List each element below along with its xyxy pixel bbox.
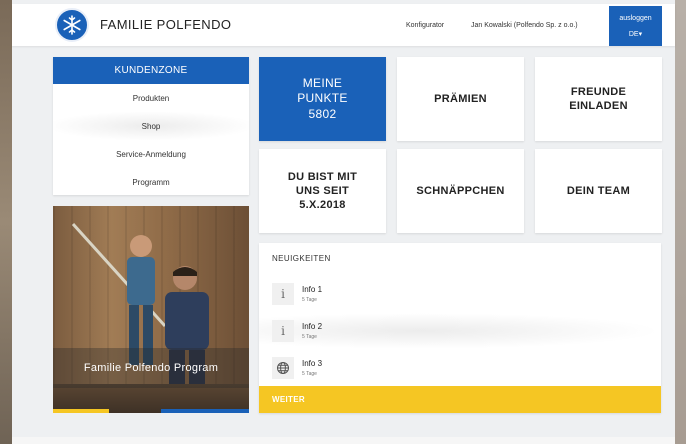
- list-item[interactable]: Info 3 5 Tage: [259, 350, 661, 386]
- news-item-age: 5 Tage: [302, 297, 317, 303]
- info-icon: i: [272, 283, 294, 305]
- sidebar-item-shop[interactable]: Shop: [53, 112, 249, 140]
- user-name-link[interactable]: Jan Kowalski (Polfendo Sp. z o.o.): [471, 22, 578, 29]
- news-item-label: Info 2: [302, 322, 323, 331]
- customer-zone-menu: KUNDENZONE Produkten Shop Service-Anmeld…: [53, 57, 249, 195]
- tile-member-since-date: 5.X.2018: [299, 199, 346, 212]
- promo-accent-bar-yellow: [53, 409, 109, 413]
- news-item-age: 5 Tage: [302, 371, 317, 377]
- tile-member-since[interactable]: DU BIST MIT UNS SEIT 5.X.2018: [259, 149, 386, 233]
- program-promo-banner[interactable]: Familie Polfendo Program: [53, 206, 249, 413]
- tile-rewards-label: PRÄMIEN: [434, 92, 487, 105]
- tile-rewards[interactable]: PRÄMIEN: [397, 57, 524, 141]
- top-navbar: FAMILIE POLFENDO Konfigurator Jan Kowals…: [12, 4, 675, 46]
- globe-icon-shape: [277, 362, 289, 374]
- tile-team-label: DEIN TEAM: [566, 184, 631, 197]
- tile-bargains-label: SCHNÄPPCHEN: [416, 184, 505, 197]
- tile-your-team[interactable]: DEIN TEAM: [535, 149, 662, 233]
- news-title: NEUIGKEITEN: [272, 254, 331, 263]
- language-selector[interactable]: DE▾: [629, 30, 642, 38]
- news-item-age: 5 Tage: [302, 334, 317, 340]
- sidebar-item-products[interactable]: Produkten: [53, 84, 249, 112]
- app-window: FAMILIE POLFENDO Konfigurator Jan Kowals…: [12, 0, 675, 444]
- tile-my-points-line2: PUNKTE: [297, 91, 348, 106]
- tile-my-points[interactable]: MEINE PUNKTE 5802: [259, 57, 386, 141]
- tile-my-points-line1: MEINE: [302, 75, 343, 90]
- tile-invite-friends[interactable]: FREUNDE EINLADEN: [535, 57, 662, 141]
- tile-invite-line2: EINLADEN: [569, 100, 628, 112]
- brand-name: FAMILIE POLFENDO: [100, 17, 232, 32]
- language-code: DE: [628, 30, 639, 38]
- brand-logo-icon[interactable]: [55, 8, 89, 42]
- news-panel: NEUIGKEITEN i Info 1 5 Tage i Info 2 5 T…: [259, 243, 661, 413]
- configurator-link[interactable]: Konfigurator: [406, 22, 444, 29]
- news-item-label: Info 1: [302, 285, 323, 294]
- background-photo-right: [674, 0, 686, 444]
- customer-zone-title: KUNDENZONE: [53, 57, 249, 84]
- news-item-label: Info 3: [302, 359, 323, 368]
- tile-invite-line1: FREUNDE: [570, 85, 627, 98]
- tile-bargains[interactable]: SCHNÄPPCHEN: [397, 149, 524, 233]
- logout-panel: ausloggen DE▾: [609, 6, 662, 46]
- sidebar-item-service-registration[interactable]: Service-Anmeldung: [53, 140, 249, 168]
- tile-my-points-value: 5802: [308, 106, 337, 121]
- promo-accent-bar-blue: [161, 409, 249, 413]
- promo-caption: Familie Polfendo Program: [53, 348, 249, 388]
- more-news-button[interactable]: WEITER: [259, 386, 661, 413]
- page-footer-strip: [12, 437, 675, 444]
- tile-member-since-line2: UNS SEIT: [295, 184, 350, 197]
- list-item[interactable]: i Info 2 5 Tage: [259, 313, 661, 349]
- logout-button[interactable]: ausloggen: [619, 15, 651, 22]
- tile-member-since-line1: DU BIST MIT: [287, 170, 358, 183]
- sidebar-item-program[interactable]: Programm: [53, 168, 249, 196]
- list-item[interactable]: i Info 1 5 Tage: [259, 276, 661, 312]
- info-icon: i: [272, 320, 294, 342]
- globe-icon: [272, 357, 294, 379]
- snowflake-icon: [63, 15, 81, 35]
- caret-down-icon: ▾: [638, 30, 643, 38]
